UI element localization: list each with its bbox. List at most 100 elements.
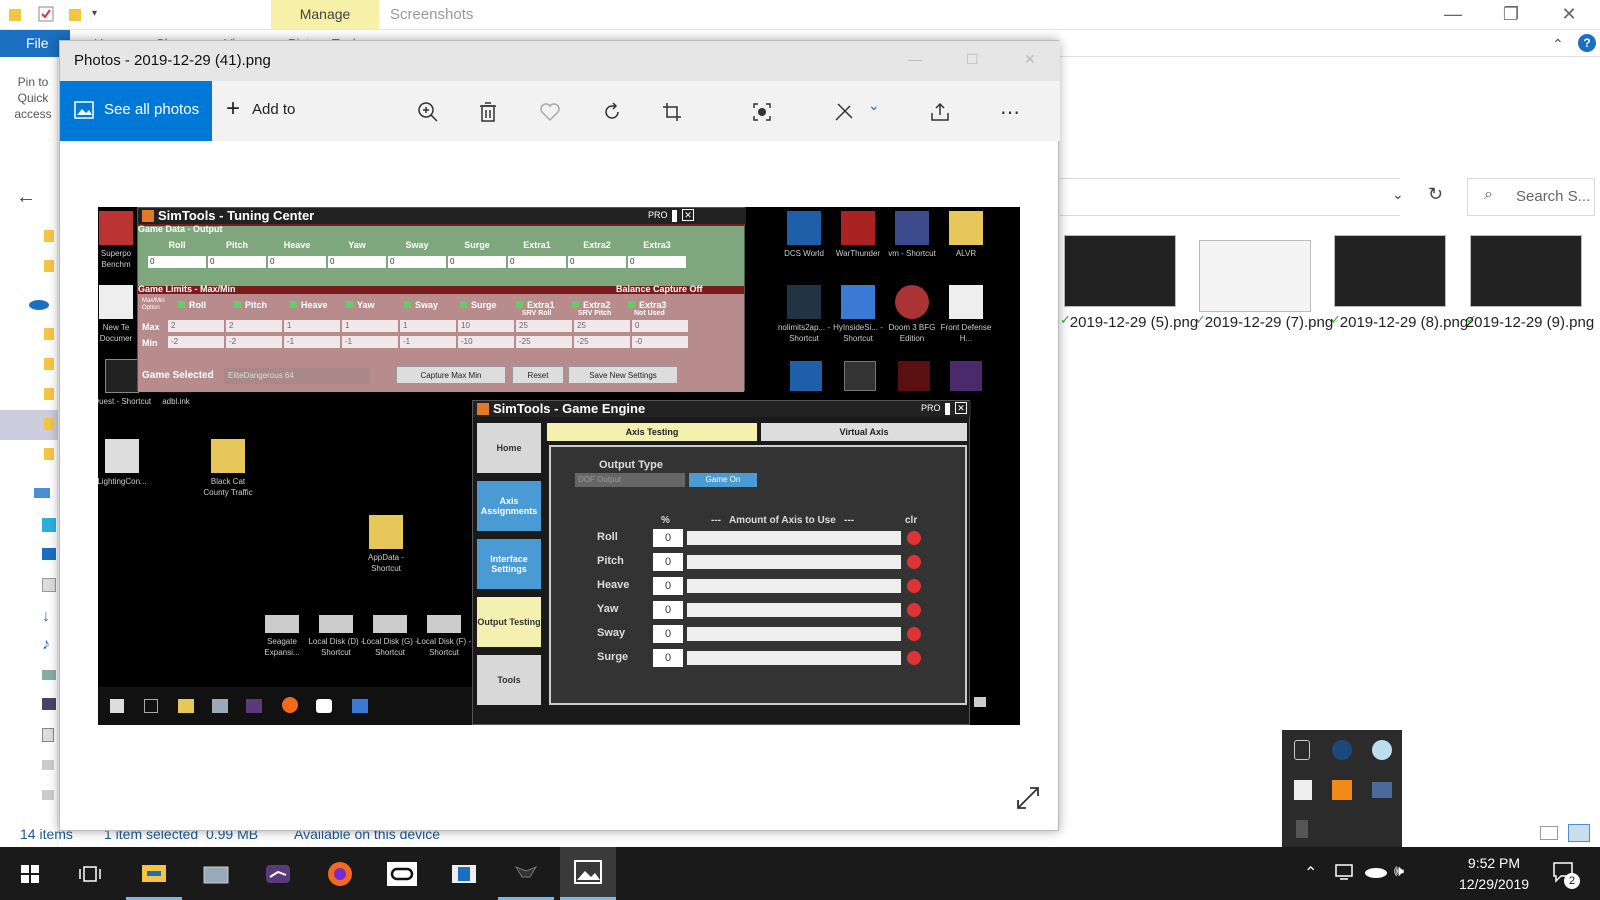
network-icon[interactable] [1334, 863, 1356, 881]
minimize-icon[interactable]: — [1430, 0, 1476, 30]
back-arrow-icon[interactable]: ← [16, 186, 36, 209]
clear-icon[interactable] [907, 651, 921, 665]
nav-axis-assignments[interactable]: Axis Assignments [477, 481, 541, 531]
desktop-icon[interactable]: LightingCon... [98, 439, 152, 487]
app-icon[interactable] [950, 361, 982, 391]
edit-create-icon[interactable] [828, 96, 860, 128]
max-value[interactable]: 1 [342, 320, 398, 332]
volume-icon[interactable]: 🕪 [1394, 863, 1404, 881]
drive-icon[interactable] [42, 760, 54, 770]
desktop-icon[interactable] [42, 548, 56, 560]
app-taskbar-icon[interactable] [250, 847, 306, 900]
axis-value[interactable]: 0 [653, 649, 683, 667]
min-value[interactable]: -25 [574, 336, 630, 348]
address-bar[interactable] [1060, 178, 1400, 216]
max-value[interactable]: 2 [226, 320, 282, 332]
app-icon[interactable] [898, 361, 930, 391]
desktop-icon[interactable]: Doom 3 BFG Edition [882, 285, 942, 344]
oculus-icon[interactable] [374, 847, 430, 900]
start-icon[interactable] [2, 847, 58, 900]
axis-value[interactable]: 0 [653, 529, 683, 547]
close-icon[interactable]: ✕ [955, 402, 967, 414]
file-label[interactable]: 2019-12-29 (8).png [1334, 312, 1474, 333]
minimize-icon[interactable] [672, 210, 677, 222]
crop-icon[interactable] [656, 96, 688, 128]
reset-button[interactable]: Reset [512, 366, 564, 384]
app-taskbar-icon[interactable] [436, 847, 492, 900]
app-icon[interactable] [212, 699, 228, 713]
app-icon[interactable] [844, 361, 876, 391]
game-on-button[interactable]: Game On [689, 473, 757, 487]
clock[interactable]: 9:52 PM 12/29/2019 [1446, 853, 1542, 895]
nav-home[interactable]: Home [477, 423, 541, 473]
app-icon[interactable] [352, 699, 368, 713]
simtools-icon[interactable] [1332, 780, 1352, 800]
app-icon[interactable] [1372, 782, 1392, 798]
max-value[interactable]: 25 [574, 320, 630, 332]
properties-icon[interactable] [38, 6, 54, 22]
folder-icon[interactable] [44, 358, 54, 370]
limit-checkbox[interactable]: Sway [404, 300, 462, 310]
firefox-icon[interactable] [312, 847, 368, 900]
nav-output-testing[interactable]: Output Testing [477, 597, 541, 647]
3d-objects-icon[interactable] [42, 518, 56, 532]
folder-icon[interactable] [44, 260, 54, 272]
oculus-icon[interactable] [316, 699, 332, 713]
explorer-icon[interactable] [178, 699, 194, 713]
nav-interface-settings[interactable]: Interface Settings [477, 539, 541, 589]
close-icon[interactable]: ✕ [1546, 0, 1592, 30]
desktop-icon[interactable]: HyInsideSi... - Shortcut [828, 285, 888, 344]
maximize-icon[interactable]: ❐ [1488, 0, 1534, 30]
file-explorer-taskbar-icon[interactable] [126, 847, 182, 900]
tab-axis-testing[interactable]: Axis Testing [547, 423, 757, 441]
min-value[interactable]: -2 [226, 336, 282, 348]
refresh-icon[interactable]: ↻ [1428, 184, 1443, 205]
new-folder-icon[interactable] [68, 6, 82, 22]
folder-icon[interactable] [44, 230, 54, 242]
limit-checkbox[interactable]: Pitch [234, 300, 292, 310]
chevron-down-icon[interactable]: ⌄ [868, 97, 880, 114]
show-hidden-icons[interactable]: ⌃ [1304, 863, 1317, 883]
game-select[interactable]: EliteDangerous 64 [224, 368, 370, 384]
desktop-icon[interactable]: nolimits2ap... - Shortcut [774, 285, 834, 344]
minimize-icon[interactable]: — [908, 51, 922, 67]
task-view-icon[interactable] [62, 847, 118, 900]
min-value[interactable]: -2 [168, 336, 224, 348]
min-value[interactable]: -25 [516, 336, 572, 348]
axis-value[interactable]: 0 [653, 601, 683, 619]
min-value[interactable]: -1 [342, 336, 398, 348]
task-view-icon[interactable] [144, 699, 158, 713]
close-icon[interactable]: ✕ [682, 209, 694, 221]
this-pc-icon[interactable] [34, 488, 50, 498]
app-icon[interactable] [790, 361, 822, 391]
tab-virtual-axis[interactable]: Virtual Axis [761, 423, 967, 441]
limit-checkbox[interactable]: Extra2 [572, 300, 630, 310]
max-value[interactable]: 1 [400, 320, 456, 332]
file-thumbnail[interactable] [1470, 235, 1582, 307]
clear-icon[interactable] [907, 603, 921, 617]
desktop-icon[interactable]: Black Cat County Traffic [198, 439, 258, 498]
axis-slider[interactable] [687, 627, 901, 641]
min-value[interactable]: -10 [458, 336, 514, 348]
desktop-icon[interactable]: Front Defense H... [936, 285, 996, 344]
axis-slider[interactable] [687, 603, 901, 617]
desktop-icon[interactable]: ALVR [936, 211, 996, 259]
axis-value[interactable]: 0 [653, 577, 683, 595]
downloads-icon[interactable]: ↓ [42, 608, 50, 626]
clear-icon[interactable] [907, 531, 921, 545]
max-value[interactable]: 1 [284, 320, 340, 332]
desktop-icon[interactable]: Local Disk (G) - Shortcut [360, 601, 420, 658]
delete-icon[interactable] [472, 96, 504, 128]
documents-icon[interactable] [42, 578, 56, 592]
favorite-icon[interactable] [534, 96, 566, 128]
file-thumbnail[interactable] [1064, 235, 1176, 307]
zoom-icon[interactable] [412, 96, 444, 128]
minimize-icon[interactable] [945, 403, 950, 415]
music-icon[interactable]: ♪ [42, 636, 50, 654]
axis-slider[interactable] [687, 579, 901, 593]
manage-tab[interactable]: Manage [271, 0, 379, 30]
usb-icon[interactable] [1294, 740, 1310, 760]
videos-icon[interactable] [42, 698, 56, 710]
expand-icon[interactable] [1016, 786, 1040, 810]
file-label[interactable]: 2019-12-29 (5).png [1064, 312, 1204, 333]
